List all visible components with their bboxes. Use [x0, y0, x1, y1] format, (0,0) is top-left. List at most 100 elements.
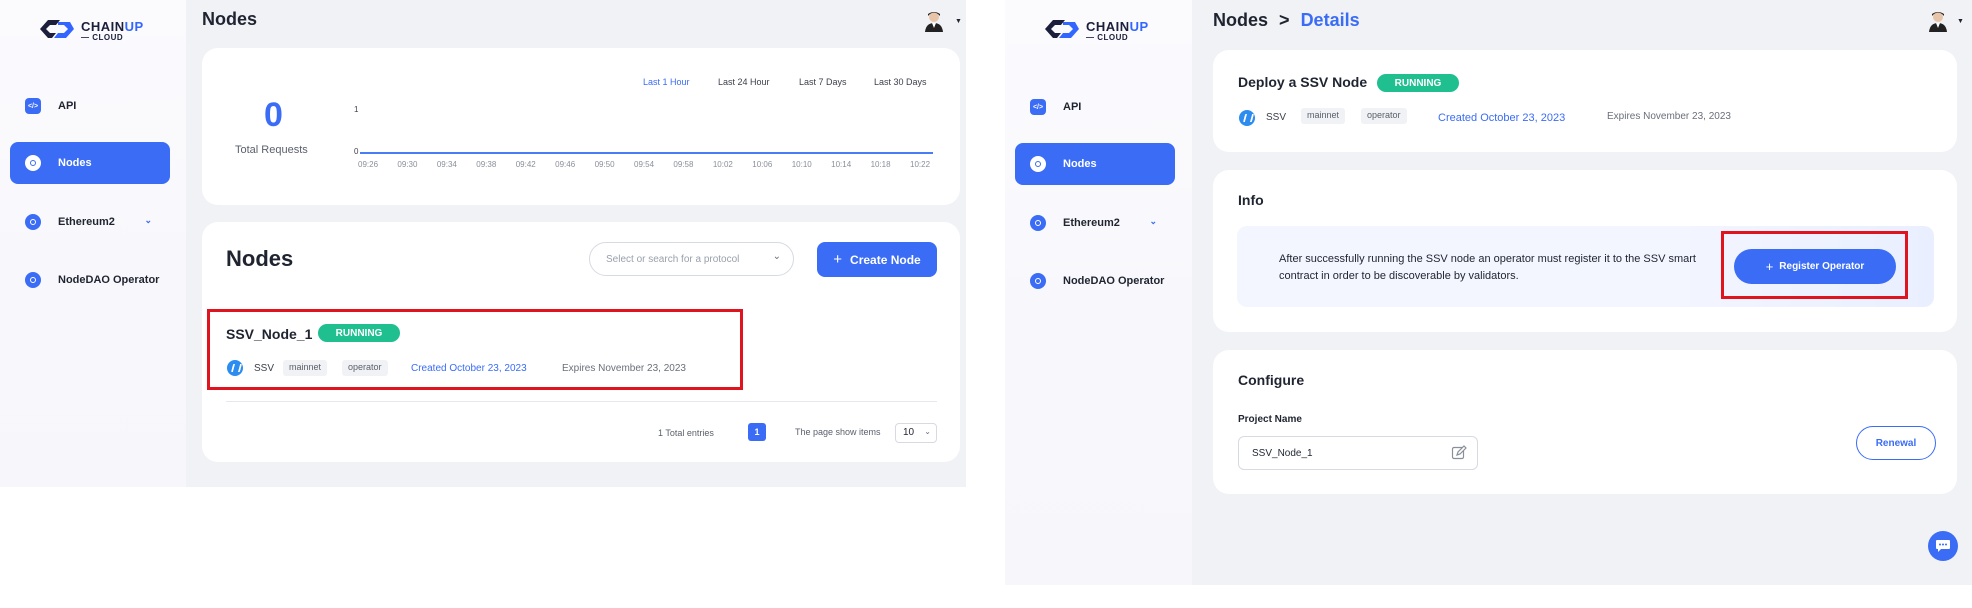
- sidebar-item-label: API: [58, 100, 77, 112]
- chat-button[interactable]: [1928, 531, 1958, 561]
- tab-last-30-days[interactable]: Last 30 Days: [874, 77, 927, 87]
- logo-subtext: — CLOUD: [1086, 33, 1129, 42]
- logo-subtext: — CLOUD: [81, 33, 124, 42]
- x-tick-label: 10:06: [752, 160, 773, 169]
- sidebar-item-label: Ethereum2: [1063, 217, 1120, 229]
- caret-down-icon[interactable]: ▼: [955, 18, 962, 25]
- expires-date: Expires November 23, 2023: [1607, 111, 1731, 122]
- chevron-down-icon: ⌄: [924, 427, 931, 436]
- x-tick-label: 09:38: [476, 160, 497, 169]
- deploy-title: Deploy a SSV Node: [1238, 74, 1368, 90]
- nodes-icon: [25, 155, 41, 171]
- highlight-box: [207, 309, 743, 390]
- chainup-logo-icon: [40, 20, 74, 38]
- nodedao-icon: [25, 272, 41, 288]
- stats-card: [202, 48, 960, 205]
- tab-last-24-hour[interactable]: Last 24 Hour: [718, 77, 770, 87]
- nodes-icon: [1030, 156, 1046, 172]
- breadcrumb-current: Details: [1300, 10, 1360, 30]
- y-tick-label: 0: [354, 147, 359, 156]
- create-node-label: Create Node: [850, 252, 921, 267]
- x-tick-label: 10:14: [831, 160, 852, 169]
- avatar[interactable]: [924, 10, 944, 32]
- sidebar-item-nodedao-operator[interactable]: NodeDAO Operator: [1015, 260, 1175, 302]
- nodedao-icon: [1030, 273, 1046, 289]
- breadcrumb: Nodes > Details: [1213, 10, 1360, 31]
- edit-icon[interactable]: [1451, 445, 1467, 461]
- breadcrumb-separator: >: [1279, 10, 1290, 30]
- x-tick-label: 09:30: [397, 160, 418, 169]
- x-tick-label: 10:02: [712, 160, 733, 169]
- x-tick-label: 10:10: [791, 160, 812, 169]
- sidebar-item-api[interactable]: </> API: [10, 85, 170, 127]
- protocol-name: SSV: [1266, 112, 1287, 123]
- total-requests-label: Total Requests: [235, 144, 308, 156]
- chainup-logo[interactable]: CHAINUP — CLOUD: [1041, 16, 1151, 42]
- sidebar-item-nodes[interactable]: Nodes: [10, 142, 170, 184]
- x-tick-label: 09:42: [515, 160, 536, 169]
- info-title: Info: [1238, 192, 1264, 208]
- chat-icon: [1936, 540, 1950, 552]
- created-date: Created October 23, 2023: [1438, 112, 1566, 124]
- tab-last-1-hour[interactable]: Last 1 Hour: [643, 77, 690, 87]
- x-tick-label: 09:50: [594, 160, 615, 169]
- ssv-icon: [1239, 110, 1255, 126]
- create-node-button[interactable]: + Create Node: [817, 242, 937, 277]
- protocol-select[interactable]: Select or search for a protocol ⌄: [589, 242, 794, 276]
- info-message: After successfully running the SSV node …: [1279, 253, 1696, 282]
- sidebar-item-ethereum2[interactable]: Ethereum2 ⌄: [1015, 202, 1175, 244]
- role-tag: operator: [1361, 108, 1407, 124]
- configure-title: Configure: [1238, 372, 1305, 388]
- chainup-logo[interactable]: CHAINUP — CLOUD: [36, 16, 146, 42]
- project-name-field[interactable]: SSV_Node_1: [1238, 436, 1478, 470]
- page-number-button[interactable]: 1: [748, 423, 766, 441]
- caret-down-icon[interactable]: ▼: [1957, 18, 1964, 25]
- ethereum-icon: [1030, 215, 1046, 231]
- code-icon: </>: [1030, 99, 1046, 115]
- sidebar: CHAINUP — CLOUD </> API Nodes Ethereum2 …: [1005, 0, 1192, 585]
- x-tick-label: 09:46: [555, 160, 576, 169]
- network-tag: mainnet: [1301, 108, 1346, 124]
- deploy-card: [1213, 50, 1957, 152]
- status-badge: RUNNING: [1377, 74, 1459, 92]
- x-tick-label: 10:18: [870, 160, 891, 169]
- project-name-label: Project Name: [1238, 414, 1302, 425]
- y-tick-label: 1: [354, 105, 359, 114]
- highlight-box: [1721, 231, 1908, 299]
- configure-card: [1213, 350, 1957, 494]
- breadcrumb-root[interactable]: Nodes: [1213, 10, 1268, 30]
- chevron-down-icon: ⌄: [772, 251, 781, 262]
- chevron-down-icon[interactable]: ⌄: [1149, 216, 1157, 227]
- sidebar-item-ethereum2[interactable]: Ethereum2 ⌄: [10, 201, 170, 243]
- page-title: Nodes: [202, 9, 258, 29]
- page-size-value: 10: [903, 427, 915, 438]
- code-icon: </>: [25, 98, 41, 114]
- requests-series-line: [360, 152, 933, 154]
- ethereum-icon: [25, 214, 41, 230]
- renewal-button[interactable]: Renewal: [1856, 426, 1936, 460]
- x-tick-label: 09:58: [673, 160, 694, 169]
- plus-icon: +: [833, 251, 843, 268]
- page-size-select[interactable]: 10 ⌄: [895, 423, 937, 443]
- chevron-down-icon[interactable]: ⌄: [144, 215, 152, 226]
- x-tick-label: 09:54: [634, 160, 655, 169]
- sidebar-item-label: NodeDAO Operator: [58, 274, 160, 286]
- sidebar-item-label: Nodes: [1063, 158, 1097, 170]
- logo-text: CHAINUP: [1086, 19, 1149, 34]
- avatar[interactable]: [1928, 10, 1948, 32]
- tab-last-7-days[interactable]: Last 7 Days: [799, 77, 847, 87]
- sidebar-item-label: API: [1063, 101, 1082, 113]
- project-name-value: SSV_Node_1: [1252, 448, 1313, 459]
- x-tick-label: 10:22: [910, 160, 931, 169]
- nodes-list-screen: CHAINUP — CLOUD </> API Nodes Ethereum2 …: [0, 0, 966, 487]
- section-title: Nodes: [226, 246, 294, 271]
- total-requests-value: 0: [264, 96, 283, 134]
- x-tick-label: 09:26: [358, 160, 379, 169]
- sidebar-item-label: Nodes: [58, 157, 92, 169]
- logo-text: CHAINUP: [81, 19, 144, 34]
- sidebar-item-nodes[interactable]: Nodes: [1015, 143, 1175, 185]
- divider: [226, 401, 937, 402]
- sidebar-item-nodedao-operator[interactable]: NodeDAO Operator: [10, 259, 170, 301]
- sidebar-item-api[interactable]: </> API: [1015, 86, 1175, 128]
- x-tick-label: 09:34: [436, 160, 457, 169]
